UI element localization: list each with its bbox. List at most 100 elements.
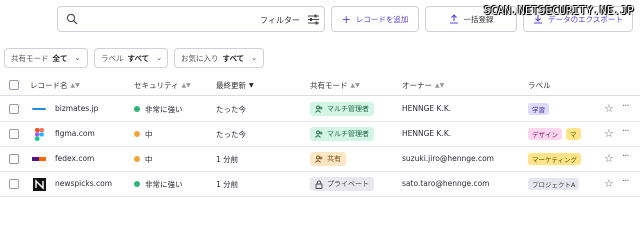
export-label: データのエクスポート — [548, 14, 623, 24]
label-tag[interactable]: プロジェクトA — [528, 178, 580, 190]
share-mode-text: マルチ管理者 — [327, 130, 369, 138]
label-filter-dropdown[interactable]: ラベル すべて ⌄ — [94, 48, 168, 68]
sort-icon: ▲▼ — [70, 82, 80, 89]
owner: suzuki.jiro@hennge.com — [402, 154, 494, 163]
security-text: 中 — [145, 155, 153, 164]
filter-button-label[interactable]: フィルター — [260, 15, 300, 26]
more-options-icon[interactable]: ··· — [622, 176, 629, 187]
column-header-share-mode[interactable]: 共有モード ▲▼ — [310, 80, 360, 91]
favorite-star-icon[interactable]: ☆ — [604, 127, 614, 140]
security-strength: 中 — [134, 154, 153, 165]
column-header-owner[interactable]: オーナー ▲▼ — [402, 80, 444, 91]
filter-value: すべて — [127, 53, 150, 63]
favorites-filter-dropdown[interactable]: お気に入り すべて ⌄ — [174, 48, 264, 68]
filter-key: ラベル — [101, 53, 124, 63]
row-checkbox[interactable] — [9, 129, 19, 139]
column-label: 共有モード — [310, 81, 348, 90]
bulk-register-label: 一括登録 — [463, 14, 494, 24]
search-input[interactable]: フィルター — [57, 6, 325, 32]
table-row[interactable]: newspicks.com 非常に強い 1 分前 プライベート sato.tar… — [0, 172, 640, 197]
column-label: オーナー — [402, 81, 432, 90]
share-mode-badge: プライベート — [310, 177, 374, 191]
filter-key: お気に入り — [181, 53, 219, 63]
security-strength: 非常に強い — [134, 104, 183, 115]
table-row[interactable]: fedex.com 中 1 分前 共有 suzuki.jiro@hennge.c… — [0, 147, 640, 172]
filter-key: 共有モード — [11, 53, 49, 63]
security-strength: 中 — [134, 129, 153, 140]
sort-icon: ▲▼ — [181, 82, 191, 89]
column-header-record-name[interactable]: レコード名 ▲▼ — [30, 80, 80, 91]
column-label: ラベル — [528, 81, 551, 90]
share-mode-badge: マルチ管理者 — [310, 127, 374, 141]
sort-icon: ▲▼ — [350, 82, 360, 89]
newspicks-logo-icon — [32, 177, 46, 191]
column-label: セキュリティ — [134, 81, 179, 90]
record-name[interactable]: figma.com — [55, 129, 95, 138]
table-row[interactable]: bizmates.jp 非常に強い たった今 マルチ管理者 HENNGE K.K… — [0, 97, 640, 122]
filter-sliders-icon[interactable] — [308, 14, 319, 25]
security-text: 非常に強い — [145, 105, 183, 114]
last-updated: たった今 — [216, 130, 246, 139]
filter-value: すべて — [222, 53, 245, 63]
security-text: 中 — [145, 130, 153, 139]
record-name[interactable]: newspicks.com — [55, 179, 112, 188]
users-icon — [315, 155, 323, 163]
last-updated: 1 分前 — [216, 155, 239, 164]
users-icon — [315, 130, 323, 138]
status-dot — [134, 156, 140, 162]
label-tag[interactable]: デザイン — [528, 128, 562, 140]
sort-desc-icon: ▼ — [249, 82, 254, 89]
owner: sato.taro@hennge.com — [402, 179, 490, 188]
record-name[interactable]: bizmates.jp — [55, 104, 98, 113]
security-strength: 非常に強い — [134, 179, 183, 190]
download-icon — [534, 15, 543, 24]
more-options-icon[interactable]: ··· — [622, 151, 629, 162]
export-button[interactable]: データのエクスポート — [523, 6, 633, 32]
favorite-star-icon[interactable]: ☆ — [604, 177, 614, 190]
chevron-down-icon: ⌄ — [74, 54, 81, 62]
search-icon — [66, 13, 78, 25]
status-dot — [134, 181, 140, 187]
row-checkbox[interactable] — [9, 104, 19, 114]
status-dot — [134, 106, 140, 112]
status-dot — [134, 131, 140, 137]
owner: HENNGE K.K. — [402, 104, 452, 113]
label-tag[interactable]: 学習 — [528, 103, 549, 115]
column-header-security[interactable]: セキュリティ ▲▼ — [134, 80, 191, 91]
more-options-icon[interactable]: ··· — [622, 101, 629, 112]
column-header-last-updated[interactable]: 最終更新 ▼ — [216, 80, 254, 91]
more-options-icon[interactable]: ··· — [622, 126, 629, 137]
label-tag[interactable]: マ — [566, 128, 581, 140]
last-updated: 1 分前 — [216, 180, 239, 189]
column-header-label: ラベル — [528, 80, 551, 91]
upload-icon — [449, 14, 458, 24]
add-record-button[interactable]: + レコードを追加 — [331, 6, 419, 32]
security-text: 非常に強い — [145, 180, 183, 189]
column-label: レコード名 — [30, 81, 68, 90]
favorite-star-icon[interactable]: ☆ — [604, 152, 614, 165]
column-label: 最終更新 — [216, 81, 246, 90]
share-mode-filter-dropdown[interactable]: 共有モード 全て ⌄ — [4, 48, 88, 68]
chevron-down-icon: ⌄ — [251, 54, 258, 62]
bizmates-logo-icon — [32, 102, 46, 116]
share-mode-text: 共有 — [327, 155, 341, 163]
last-updated: たった今 — [216, 105, 246, 114]
record-name[interactable]: fedex.com — [55, 154, 94, 163]
favorite-star-icon[interactable]: ☆ — [604, 102, 614, 115]
filter-value: 全て — [52, 53, 68, 63]
lock-icon — [315, 180, 323, 189]
chevron-down-icon: ⌄ — [156, 54, 163, 62]
share-mode-text: マルチ管理者 — [327, 105, 369, 113]
table-row[interactable]: figma.com 中 たった今 マルチ管理者 HENNGE K.K. デザイン… — [0, 122, 640, 147]
select-all-checkbox[interactable] — [9, 80, 19, 90]
label-tag[interactable]: マーケティング — [528, 153, 581, 165]
row-checkbox[interactable] — [9, 154, 19, 164]
row-checkbox[interactable] — [9, 179, 19, 189]
sort-icon: ▲▼ — [435, 82, 445, 89]
table-header: レコード名 ▲▼ セキュリティ ▲▼ 最終更新 ▼ 共有モード ▲▼ オーナー … — [0, 74, 640, 96]
plus-icon: + — [341, 12, 351, 26]
figma-logo-icon — [32, 127, 46, 141]
fedex-logo-icon — [32, 152, 46, 166]
add-record-label: レコードを追加 — [355, 14, 409, 24]
bulk-register-button[interactable]: 一括登録 — [425, 6, 517, 32]
